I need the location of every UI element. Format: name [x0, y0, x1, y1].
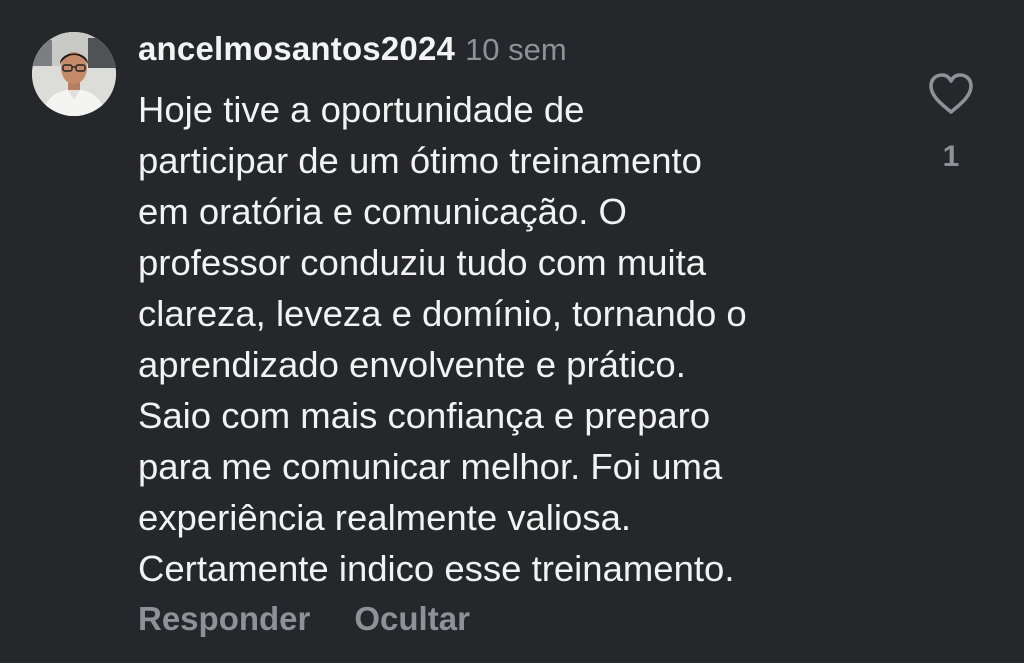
comment-line: Certamente indico esse treinamento. [138, 548, 735, 589]
comment-actions: Responder Ocultar [138, 600, 470, 638]
hide-button[interactable]: Ocultar [354, 600, 470, 638]
comment-line: participar de um ótimo treinamento [138, 140, 702, 181]
comment-line: clareza, leveza e domínio, tornando o [138, 293, 747, 334]
comment-line: Saio com mais confiança e preparo [138, 395, 711, 436]
comment-line: em oratória e comunicação. O [138, 191, 627, 232]
comment-line: aprendizado envolvente e prático. [138, 344, 686, 385]
comment-author[interactable]: ancelmosantos2024 [138, 30, 455, 68]
heart-outline-icon [929, 73, 973, 114]
avatar[interactable] [32, 32, 116, 116]
comment-line: Hoje tive a oportunidade de [138, 89, 585, 130]
comment-line: para me comunicar melhor. Foi uma [138, 446, 723, 487]
like-button[interactable] [926, 70, 976, 118]
comment-line: professor conduziu tudo com muita [138, 242, 707, 283]
comment-timestamp: 10 sem [465, 32, 567, 67]
profile-photo [32, 32, 116, 116]
comment-text: Hoje tive a oportunidade de participar d… [138, 84, 908, 594]
comment-line: experiência realmente valiosa. [138, 497, 632, 538]
comment-header: ancelmosantos2024 10 sem [138, 30, 567, 78]
like-count: 1 [942, 140, 960, 173]
reply-button[interactable]: Responder [138, 600, 310, 638]
